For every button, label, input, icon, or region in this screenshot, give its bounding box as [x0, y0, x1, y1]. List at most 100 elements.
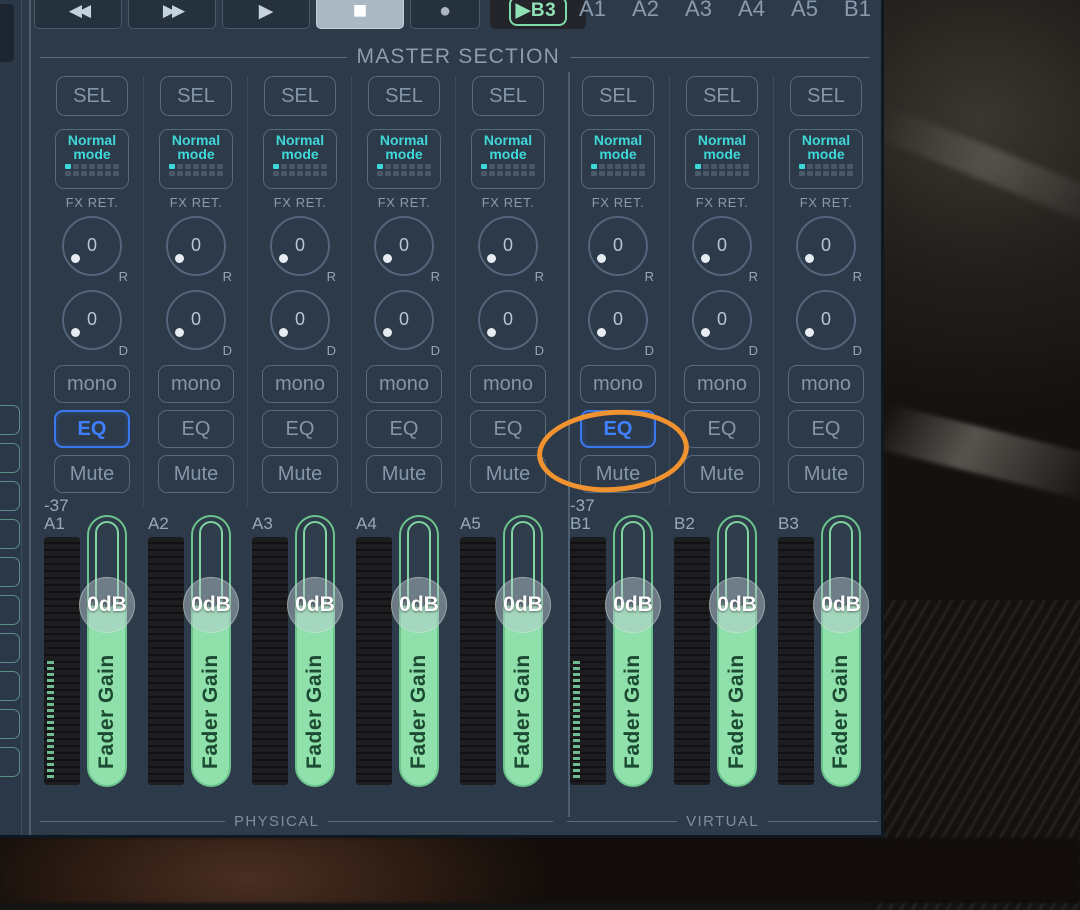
- rail-chip-3[interactable]: [0, 481, 20, 511]
- fader-handle-a4[interactable]: 0dB: [391, 577, 447, 633]
- fx-return-a1-knob[interactable]: 0R: [54, 212, 130, 284]
- mono-button-a2[interactable]: mono: [158, 365, 234, 403]
- normal-mode-button-a5[interactable]: Normal mode: [471, 129, 545, 189]
- normal-mode-button-a1[interactable]: Normal mode: [55, 129, 129, 189]
- direct-a4-knob[interactable]: 0D: [366, 286, 442, 358]
- mono-button-a1[interactable]: mono: [54, 365, 130, 403]
- fader-b2[interactable]: Fader Gain 0dB: [709, 515, 765, 787]
- sel-button-a2[interactable]: SEL: [160, 76, 232, 116]
- mono-button-a3[interactable]: mono: [262, 365, 338, 403]
- stop-button[interactable]: ■: [316, 0, 404, 29]
- normal-mode-button-a2[interactable]: Normal mode: [159, 129, 233, 189]
- play-button[interactable]: ▶: [222, 0, 310, 29]
- direct-a4-knob-dial[interactable]: 0: [374, 290, 434, 350]
- direct-a1-knob[interactable]: 0D: [54, 286, 130, 358]
- fx-return-a5-knob[interactable]: 0R: [470, 212, 546, 284]
- fader-a2[interactable]: Fader Gain 0dB: [183, 515, 239, 787]
- fader-handle-a1[interactable]: 0dB: [79, 577, 135, 633]
- mono-button-a5[interactable]: mono: [470, 365, 546, 403]
- eq-button-a4[interactable]: EQ: [366, 410, 442, 448]
- fader-b1[interactable]: Fader Gain 0dB: [605, 515, 661, 787]
- fx-return-b2-knob[interactable]: 0R: [684, 212, 760, 284]
- direct-b1-knob[interactable]: 0D: [580, 286, 656, 358]
- fx-return-b1-knob[interactable]: 0R: [580, 212, 656, 284]
- rail-chip-10[interactable]: [0, 747, 20, 777]
- rail-chip-2[interactable]: [0, 443, 20, 473]
- sel-button-a5[interactable]: SEL: [472, 76, 544, 116]
- fx-return-a3-knob[interactable]: 0R: [262, 212, 338, 284]
- direct-b1-knob-dial[interactable]: 0: [588, 290, 648, 350]
- fx-return-a2-knob[interactable]: 0R: [158, 212, 234, 284]
- normal-mode-button-a4[interactable]: Normal mode: [367, 129, 441, 189]
- fader-handle-b2[interactable]: 0dB: [709, 577, 765, 633]
- direct-b3-knob[interactable]: 0D: [788, 286, 864, 358]
- rewind-button[interactable]: ◀◀: [34, 0, 122, 29]
- sel-button-a1[interactable]: SEL: [56, 76, 128, 116]
- fader-a5[interactable]: Fader Gain 0dB: [495, 515, 551, 787]
- rail-chip-4[interactable]: [0, 519, 20, 549]
- rail-chip-7[interactable]: [0, 633, 20, 663]
- fx-return-b1-knob-dial[interactable]: 0: [588, 216, 648, 276]
- direct-a5-knob[interactable]: 0D: [470, 286, 546, 358]
- direct-a2-knob-dial[interactable]: 0: [166, 290, 226, 350]
- mute-button-a3[interactable]: Mute: [262, 455, 338, 493]
- fx-return-b2-knob-dial[interactable]: 0: [692, 216, 752, 276]
- direct-b3-knob-dial[interactable]: 0: [796, 290, 856, 350]
- direct-a1-knob-dial[interactable]: 0: [62, 290, 122, 350]
- mute-button-a1[interactable]: Mute: [54, 455, 130, 493]
- rail-chip-9[interactable]: [0, 709, 20, 739]
- fader-handle-a5[interactable]: 0dB: [495, 577, 551, 633]
- eq-button-a5[interactable]: EQ: [470, 410, 546, 448]
- sel-button-b2[interactable]: SEL: [686, 76, 758, 116]
- rail-chip-8[interactable]: [0, 671, 20, 701]
- mute-button-a2[interactable]: Mute: [158, 455, 234, 493]
- sel-button-a3[interactable]: SEL: [264, 76, 336, 116]
- mono-button-b2[interactable]: mono: [684, 365, 760, 403]
- direct-a5-knob-dial[interactable]: 0: [478, 290, 538, 350]
- eq-button-b3[interactable]: EQ: [788, 410, 864, 448]
- normal-mode-button-b2[interactable]: Normal mode: [685, 129, 759, 189]
- fx-return-b3-knob[interactable]: 0R: [788, 212, 864, 284]
- mute-button-a5[interactable]: Mute: [470, 455, 546, 493]
- fx-return-a4-knob[interactable]: 0R: [366, 212, 442, 284]
- fader-handle-a3[interactable]: 0dB: [287, 577, 343, 633]
- rail-chip-1[interactable]: [0, 405, 20, 435]
- fader-handle-b3[interactable]: 0dB: [813, 577, 869, 633]
- direct-a3-knob[interactable]: 0D: [262, 286, 338, 358]
- fx-return-a5-knob-dial[interactable]: 0: [478, 216, 538, 276]
- mute-button-b2[interactable]: Mute: [684, 455, 760, 493]
- mute-button-a4[interactable]: Mute: [366, 455, 442, 493]
- fx-return-a3-knob-dial[interactable]: 0: [270, 216, 330, 276]
- fx-return-a1-knob-dial[interactable]: 0: [62, 216, 122, 276]
- mute-button-b3[interactable]: Mute: [788, 455, 864, 493]
- rail-chip-5[interactable]: [0, 557, 20, 587]
- normal-mode-button-b3[interactable]: Normal mode: [789, 129, 863, 189]
- record-button[interactable]: ●: [410, 0, 480, 29]
- eq-button-b2[interactable]: EQ: [684, 410, 760, 448]
- eq-button-b1[interactable]: EQ: [580, 410, 656, 448]
- mute-button-b1[interactable]: Mute: [580, 455, 656, 493]
- mono-button-b3[interactable]: mono: [788, 365, 864, 403]
- direct-b2-knob-dial[interactable]: 0: [692, 290, 752, 350]
- fader-handle-b1[interactable]: 0dB: [605, 577, 661, 633]
- direct-b2-knob[interactable]: 0D: [684, 286, 760, 358]
- rail-chip-6[interactable]: [0, 595, 20, 625]
- left-sidebar-rail[interactable]: [0, 0, 22, 835]
- mono-button-a4[interactable]: mono: [366, 365, 442, 403]
- mono-button-b1[interactable]: mono: [580, 365, 656, 403]
- fader-a3[interactable]: Fader Gain 0dB: [287, 515, 343, 787]
- fader-handle-a2[interactable]: 0dB: [183, 577, 239, 633]
- direct-a2-knob[interactable]: 0D: [158, 286, 234, 358]
- sel-button-a4[interactable]: SEL: [368, 76, 440, 116]
- fader-b3[interactable]: Fader Gain 0dB: [813, 515, 869, 787]
- eq-button-a1[interactable]: EQ: [54, 410, 130, 448]
- fast-forward-button[interactable]: ▶▶: [128, 0, 216, 29]
- fader-a4[interactable]: Fader Gain 0dB: [391, 515, 447, 787]
- fx-return-a4-knob-dial[interactable]: 0: [374, 216, 434, 276]
- eq-button-a2[interactable]: EQ: [158, 410, 234, 448]
- fader-a1[interactable]: Fader Gain 0dB: [79, 515, 135, 787]
- fx-return-a2-knob-dial[interactable]: 0: [166, 216, 226, 276]
- normal-mode-button-a3[interactable]: Normal mode: [263, 129, 337, 189]
- direct-a3-knob-dial[interactable]: 0: [270, 290, 330, 350]
- eq-button-a3[interactable]: EQ: [262, 410, 338, 448]
